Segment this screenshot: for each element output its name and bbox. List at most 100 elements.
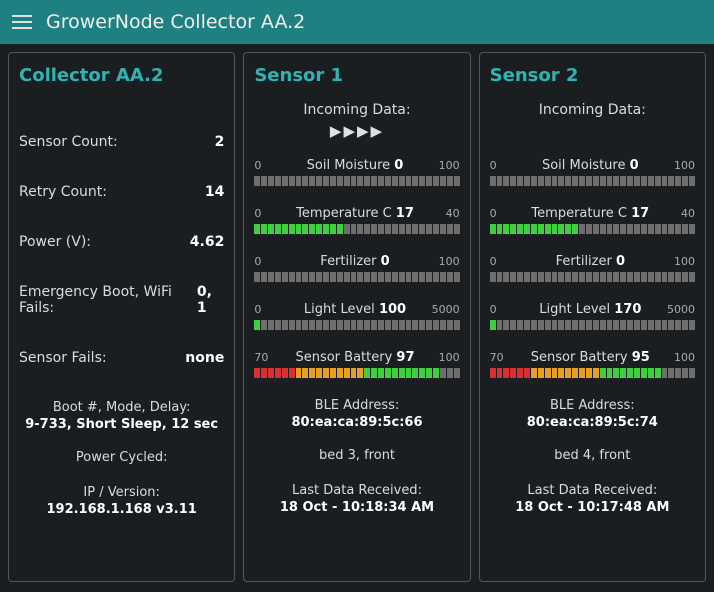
gauge-segment (655, 176, 661, 186)
gauge-segment (261, 176, 267, 186)
sensor-title: Sensor 2 (490, 65, 695, 86)
gauge-segment (689, 224, 695, 234)
gauge-segment (593, 176, 599, 186)
gauge-segment (538, 368, 544, 378)
gauge-segment (282, 320, 288, 330)
gauge-segment (524, 176, 530, 186)
gauge-head: 0 Light Level 100 5000 (254, 302, 459, 317)
gauge-segment (641, 320, 647, 330)
gauge-segment (412, 176, 418, 186)
app-title: GrowerNode Collector AA.2 (46, 11, 305, 33)
gauge-segment (538, 320, 544, 330)
gauge-segment (261, 272, 267, 282)
gauge-fertilizer: 0 Fertilizer 0 100 (254, 254, 459, 282)
gauge-segment (613, 176, 619, 186)
gauge-segment (323, 320, 329, 330)
gauge-segment (682, 224, 688, 234)
info-label: Boot #, Mode, Delay: (19, 400, 224, 415)
gauge-segment (323, 272, 329, 282)
info-label: bed 3, front (254, 448, 459, 463)
gauge-segment (531, 224, 537, 234)
gauge-soil-moisture: 0 Soil Moisture 0 100 (254, 158, 459, 186)
info-value: 9-733, Short Sleep, 12 sec (19, 417, 224, 432)
gauge-segment (289, 176, 295, 186)
gauge-segment (426, 320, 432, 330)
gauge-segment (593, 320, 599, 330)
gauge-segment (579, 368, 585, 378)
gauge-segment (531, 320, 537, 330)
sensor-panel-2: Sensor 2 Incoming Data: ▶▶▶▶ 0 Soil Mois… (479, 52, 706, 582)
stat-label: Sensor Count: (19, 134, 118, 150)
gauge-segment (634, 224, 640, 234)
gauge-segment (378, 224, 384, 234)
gauge-segment (682, 320, 688, 330)
gauge-segment (613, 272, 619, 282)
gauge-segment (552, 272, 558, 282)
gauge-segment (510, 224, 516, 234)
gauge-segment (378, 320, 384, 330)
gauge-segment (641, 272, 647, 282)
gauge-max: 5000 (667, 303, 695, 316)
gauge-min: 0 (254, 159, 278, 172)
gauge-segment (586, 224, 592, 234)
gauge-segment (316, 176, 322, 186)
gauge-segment (309, 320, 315, 330)
gauge-segment (337, 224, 343, 234)
sensor-location: bed 3, front (254, 448, 459, 465)
gauge-segment (412, 224, 418, 234)
sensor-location: bed 4, front (490, 448, 695, 465)
gauge-light-level: 0 Light Level 100 5000 (254, 302, 459, 330)
gauge-min: 0 (490, 255, 514, 268)
sensor-title: Sensor 1 (254, 65, 459, 86)
gauge-segment (412, 368, 418, 378)
gauge-segment (607, 368, 613, 378)
gauge-segment (490, 176, 496, 186)
gauge-head: 0 Fertilizer 0 100 (490, 254, 695, 269)
gauge-segment (440, 368, 446, 378)
stat-value: 2 (215, 134, 225, 150)
gauge-segment (412, 272, 418, 282)
gauge-segment (558, 368, 564, 378)
gauge-segment (447, 368, 453, 378)
gauge-segment (357, 224, 363, 234)
gauge-segment (662, 224, 668, 234)
gauge-head: 0 Temperature C 17 40 (490, 206, 695, 221)
gauge-segment (323, 176, 329, 186)
gauge-segment (490, 320, 496, 330)
gauge-segment (600, 224, 606, 234)
gauge-segment (634, 368, 640, 378)
gauge-title: Sensor Battery 97 (278, 350, 431, 365)
gauge-segment (440, 224, 446, 234)
gauge-segment (668, 368, 674, 378)
gauge-segment (406, 176, 412, 186)
gauge-segment (302, 320, 308, 330)
gauge-segment (565, 176, 571, 186)
gauge-segment (524, 320, 530, 330)
gauge-segment (302, 272, 308, 282)
gauge-segment (309, 368, 315, 378)
info-value: 18 Oct - 10:18:34 AM (254, 500, 459, 515)
gauge-segment (600, 176, 606, 186)
last-received: Last Data Received: 18 Oct - 10:18:34 AM (254, 483, 459, 515)
gauge-max: 100 (667, 255, 695, 268)
gauge-segment (627, 272, 633, 282)
gauge-segment (662, 368, 668, 378)
gauge-segment (627, 176, 633, 186)
gauge-segment (668, 176, 674, 186)
gauge-segment (517, 272, 523, 282)
gauge-title: Temperature C 17 (514, 206, 667, 221)
gauge-segment (620, 176, 626, 186)
gauge-segment (517, 368, 523, 378)
gauge-segment (364, 176, 370, 186)
gauge-segment (316, 320, 322, 330)
gauge-segment (648, 272, 654, 282)
gauge-segment (385, 368, 391, 378)
gauge-segment (572, 272, 578, 282)
gauge-segment (330, 176, 336, 186)
info-label: Power Cycled: (19, 450, 224, 465)
gauge-segment (579, 176, 585, 186)
gauge-segment (268, 176, 274, 186)
gauge-segment (392, 368, 398, 378)
gauge-segment (662, 320, 668, 330)
menu-icon[interactable] (12, 15, 32, 29)
